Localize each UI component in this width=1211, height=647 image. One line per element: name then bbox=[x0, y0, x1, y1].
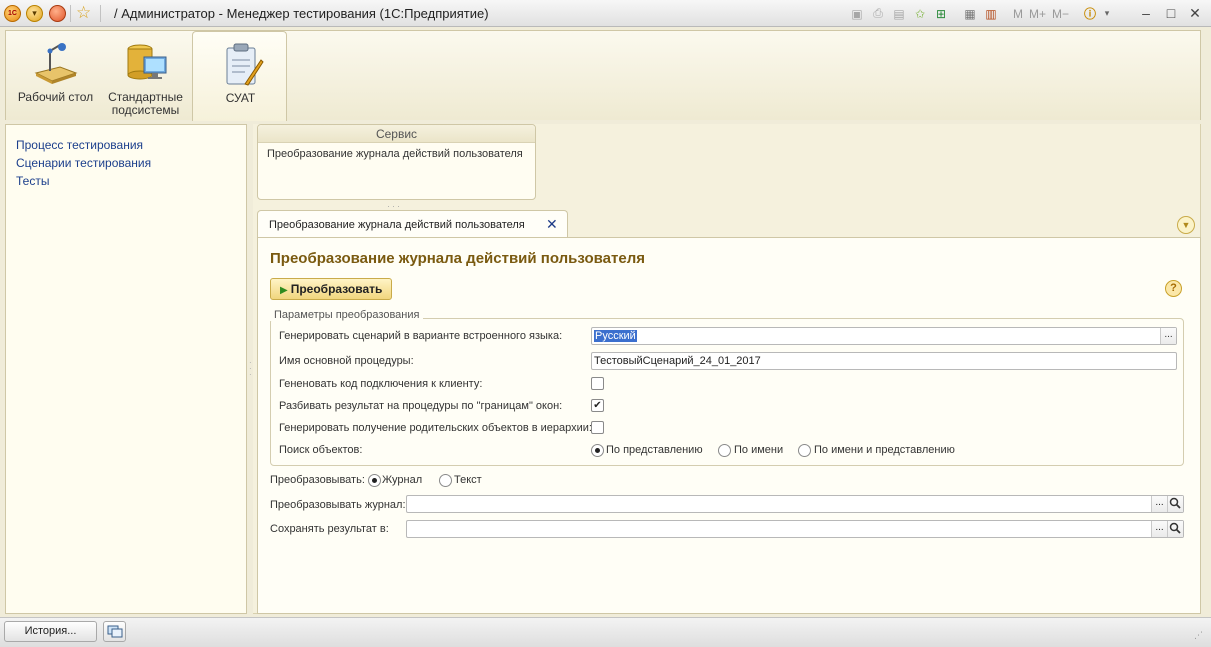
journal-field[interactable]: ... bbox=[406, 495, 1184, 513]
preview-icon[interactable]: ▤ bbox=[890, 5, 908, 23]
save-result-field[interactable]: ... bbox=[406, 520, 1184, 538]
sections-panel: Рабочий стол Стандартные подсистемы СУАТ bbox=[5, 30, 1201, 121]
1c-logo-icon[interactable]: 1C bbox=[4, 5, 21, 22]
play-icon: ▶ bbox=[280, 285, 288, 296]
search-option-label: По имени и представлению bbox=[814, 444, 955, 456]
memory-mminus-button[interactable]: M− bbox=[1052, 7, 1069, 21]
search-label: Поиск объектов: bbox=[279, 444, 363, 456]
tab-journal-conversion[interactable]: Преобразование журнала действий пользова… bbox=[257, 210, 568, 238]
title-bar: 1C ▾ ☆ / Администратор - Менеджер тестир… bbox=[0, 0, 1211, 27]
main-menu-icon[interactable]: ▾ bbox=[26, 5, 43, 22]
chevron-down-icon[interactable]: ▾ bbox=[1102, 5, 1112, 23]
section-standard-subsystems[interactable]: Стандартные подсистемы bbox=[98, 31, 193, 121]
status-bar: История... ⋰ bbox=[0, 617, 1211, 647]
toolbar-right: ▣ ⎙ ▤ ✩ ⊞ ▦ ▥ M M+ M− ⓘ ▾ bbox=[848, 4, 1115, 23]
convert-option-label: Журнал bbox=[382, 474, 423, 486]
nav-item-tests[interactable]: Тесты bbox=[16, 174, 246, 188]
navigation-panel: Процесс тестирования Сценарии тестирован… bbox=[5, 124, 247, 614]
convert-button-label: Преобразовать bbox=[290, 282, 383, 296]
section-label: Стандартные подсистемы bbox=[108, 90, 183, 117]
maximize-button[interactable]: □ bbox=[1160, 4, 1182, 22]
database-icon bbox=[127, 44, 167, 80]
save-icon[interactable]: ▣ bbox=[848, 5, 866, 23]
service-panel: Сервис Преобразование журнала действий п… bbox=[257, 124, 536, 200]
search-by-presentation-radio[interactable] bbox=[591, 444, 604, 457]
split-checkbox[interactable]: ✔ bbox=[591, 399, 604, 412]
save-result-label: Сохранять результат в: bbox=[270, 523, 389, 535]
minimize-button[interactable]: – bbox=[1135, 4, 1157, 22]
stop-icon[interactable] bbox=[49, 5, 66, 22]
window-title: / Администратор - Менеджер тестирования … bbox=[114, 6, 489, 21]
language-field[interactable]: Русский ... bbox=[591, 327, 1177, 345]
parents-label: Генерировать получение родительских объе… bbox=[279, 422, 592, 434]
service-header: Сервис bbox=[258, 125, 535, 143]
select-dots-button[interactable]: ... bbox=[1151, 521, 1167, 537]
search-icon[interactable] bbox=[1167, 496, 1183, 512]
separator bbox=[70, 5, 71, 22]
convert-text-radio[interactable] bbox=[439, 474, 452, 487]
help-icon[interactable]: ? bbox=[1165, 280, 1182, 297]
select-dots-button[interactable]: ... bbox=[1160, 328, 1176, 344]
memory-m-button[interactable]: M bbox=[1013, 7, 1023, 21]
history-button[interactable]: История... bbox=[4, 621, 97, 642]
resize-grip-icon[interactable]: ⋰ bbox=[1194, 630, 1203, 641]
form-title: Преобразование журнала действий пользова… bbox=[270, 250, 645, 267]
service-item-journal-conversion[interactable]: Преобразование журнала действий пользова… bbox=[267, 148, 526, 160]
clipboard-icon bbox=[226, 43, 264, 86]
connect-code-checkbox[interactable] bbox=[591, 377, 604, 390]
vertical-splitter[interactable]: · · · bbox=[249, 359, 252, 379]
convert-button[interactable]: ▶ Преобразовать bbox=[270, 278, 392, 300]
section-desktop[interactable]: Рабочий стол bbox=[8, 31, 103, 121]
split-label: Разбивать результат на процедуры по "гра… bbox=[279, 400, 563, 412]
section-suat[interactable]: СУАТ bbox=[192, 31, 287, 121]
search-icon[interactable] bbox=[1167, 521, 1183, 537]
select-dots-button[interactable]: ... bbox=[1151, 496, 1167, 512]
search-option-label: По имени bbox=[734, 444, 784, 456]
params-group-title: Параметры преобразования bbox=[270, 309, 424, 321]
print-icon[interactable]: ⎙ bbox=[869, 5, 887, 23]
convert-option-label: Текст bbox=[454, 474, 482, 486]
favorite-icon[interactable]: ✩ bbox=[911, 5, 929, 23]
bookmark-icon[interactable]: ⊞ bbox=[932, 5, 950, 23]
separator bbox=[100, 5, 101, 22]
procedure-name-field[interactable]: ТестовыйСценарий_24_01_2017 bbox=[591, 352, 1177, 370]
convert-mode-label: Преобразовывать: bbox=[270, 474, 365, 486]
convert-journal-radio[interactable] bbox=[368, 474, 381, 487]
windows-icon[interactable] bbox=[103, 621, 126, 642]
info-icon[interactable]: ⓘ bbox=[1081, 5, 1099, 23]
search-by-name-and-presentation-radio[interactable] bbox=[798, 444, 811, 457]
tabs-dropdown-icon[interactable]: ▼ bbox=[1177, 216, 1195, 234]
section-label: Рабочий стол bbox=[17, 90, 94, 104]
connect-code-label: Гененовать код подключения к клиенту: bbox=[279, 378, 483, 390]
section-label: СУАТ bbox=[225, 91, 256, 105]
conversion-form: Преобразование журнала действий пользова… bbox=[257, 237, 1201, 614]
search-option-label: По представлению bbox=[606, 444, 703, 456]
calendar-icon[interactable]: ▥ bbox=[982, 5, 1000, 23]
calculator-icon[interactable]: ▦ bbox=[961, 5, 979, 23]
language-label: Генерировать сценарий в варианте встроен… bbox=[279, 330, 563, 342]
tab-label: Преобразование журнала действий пользова… bbox=[269, 219, 525, 231]
favorites-star-icon[interactable]: ☆ bbox=[76, 3, 91, 23]
procedure-name-value: ТестовыйСценарий_24_01_2017 bbox=[594, 355, 761, 367]
close-tab-icon[interactable]: ✕ bbox=[546, 216, 558, 233]
parents-checkbox[interactable] bbox=[591, 421, 604, 434]
language-value: Русский bbox=[594, 330, 637, 342]
memory-mplus-button[interactable]: M+ bbox=[1029, 7, 1046, 21]
search-by-name-radio[interactable] bbox=[718, 444, 731, 457]
nav-item-testing-process[interactable]: Процесс тестирования bbox=[16, 138, 246, 152]
procedure-label: Имя основной процедуры: bbox=[279, 355, 414, 367]
nav-item-testing-scenarios[interactable]: Сценарии тестирования bbox=[16, 156, 246, 170]
close-window-button[interactable]: ✕ bbox=[1184, 4, 1206, 22]
desktop-icon bbox=[34, 43, 78, 84]
journal-label: Преобразовывать журнал: bbox=[270, 499, 406, 511]
